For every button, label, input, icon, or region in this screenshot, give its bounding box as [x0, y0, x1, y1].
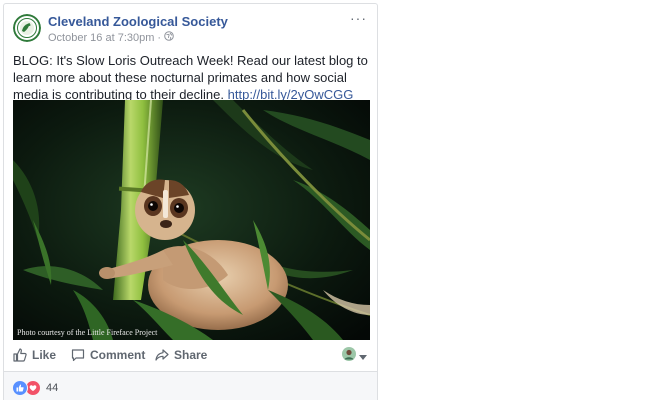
comment-label: Comment: [90, 348, 146, 362]
like-label: Like: [32, 348, 57, 362]
post-as-selector[interactable]: [342, 347, 367, 366]
reactions-bar: 44: [4, 371, 377, 400]
page-avatar[interactable]: [13, 14, 41, 42]
photo-credit: Photo courtesy of the Little Fireface Pr…: [17, 328, 158, 337]
like-reaction-icon: [12, 380, 28, 396]
like-button[interactable]: Like: [13, 348, 56, 362]
post-as-avatar: [342, 347, 356, 366]
reaction-count: 44: [46, 382, 59, 394]
thumbs-up-icon: [13, 348, 27, 362]
post-actions: Like Comment Share: [4, 344, 377, 370]
comment-button[interactable]: Comment: [71, 348, 145, 362]
post-header: Cleveland Zoological Society October 16 …: [4, 4, 377, 46]
share-arrow-icon: [155, 348, 169, 362]
slow-loris-photo: [13, 100, 370, 340]
chevron-down-icon: [359, 348, 367, 366]
post-card: Cleveland Zoological Society October 16 …: [3, 3, 378, 400]
more-options-icon[interactable]: ···: [350, 10, 367, 26]
share-button[interactable]: Share: [155, 348, 207, 362]
post-photo[interactable]: Photo courtesy of the Little Fireface Pr…: [13, 100, 370, 340]
post-body: BLOG: It's Slow Loris Outreach Week! Rea…: [13, 52, 373, 103]
post-timestamp[interactable]: October 16 at 7:30pm: [48, 32, 154, 44]
post-meta: October 16 at 7:30pm ·: [48, 31, 174, 44]
comment-icon: [71, 348, 85, 362]
share-label: Share: [174, 348, 208, 362]
reactions-summary[interactable]: 44: [12, 380, 58, 396]
meta-separator: ·: [157, 31, 162, 44]
page-name-link[interactable]: Cleveland Zoological Society: [48, 14, 228, 29]
globe-icon[interactable]: [164, 31, 174, 44]
